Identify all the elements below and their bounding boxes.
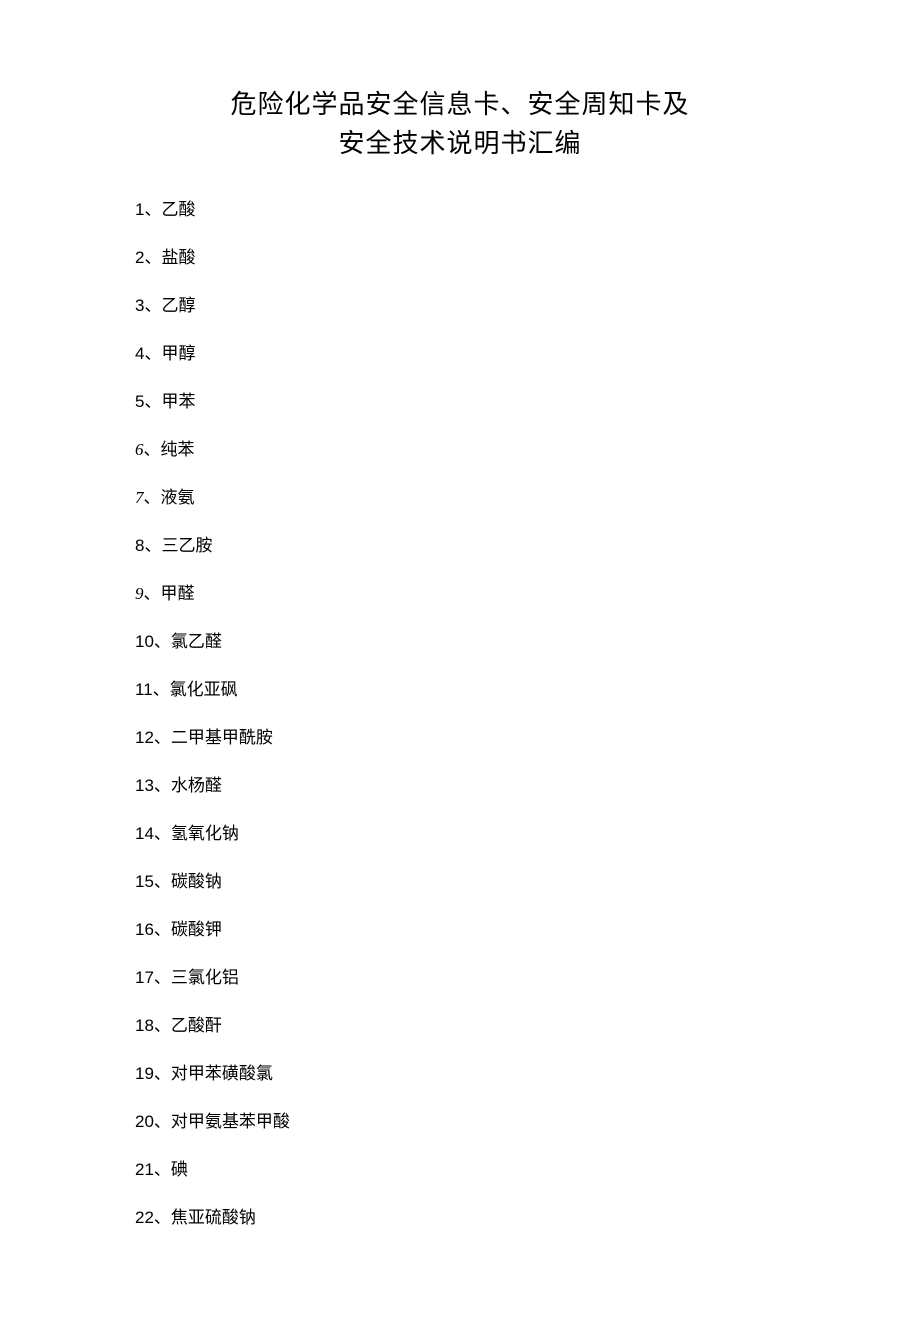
item-name: 纯苯 <box>161 440 195 459</box>
item-name: 盐酸 <box>161 248 195 267</box>
title-line-2: 安全技术说明书汇编 <box>135 124 785 163</box>
item-separator: 、 <box>154 968 171 987</box>
list-item: 11、氯化亚砜 <box>135 681 785 698</box>
item-number: 14 <box>135 824 154 843</box>
item-number: 20 <box>135 1112 154 1131</box>
item-separator: 、 <box>154 1016 171 1035</box>
item-separator: 、 <box>154 1064 171 1083</box>
chemical-list: 1、乙酸2、盐酸3、乙醇4、甲醇5、甲苯6、纯苯7、液氨8、三乙胺9、甲醛10、… <box>135 201 785 1226</box>
list-item: 17、三氯化铝 <box>135 969 785 986</box>
item-separator: 、 <box>144 440 161 459</box>
item-separator: 、 <box>153 680 170 699</box>
list-item: 6、纯苯 <box>135 441 785 458</box>
item-number: 21 <box>135 1160 154 1179</box>
item-number: 22 <box>135 1208 154 1227</box>
title-block: 危险化学品安全信息卡、安全周知卡及 安全技术说明书汇编 <box>135 85 785 163</box>
item-name: 三乙胺 <box>161 536 212 555</box>
item-number: 12 <box>135 728 154 747</box>
list-item: 1、乙酸 <box>135 201 785 218</box>
list-item: 10、氯乙醛 <box>135 633 785 650</box>
item-name: 甲醇 <box>161 344 195 363</box>
list-item: 13、水杨醛 <box>135 777 785 794</box>
list-item: 19、对甲苯磺酸氯 <box>135 1065 785 1082</box>
list-item: 14、氢氧化钠 <box>135 825 785 842</box>
item-separator: 、 <box>144 248 161 267</box>
item-name: 碳酸钾 <box>171 920 222 939</box>
item-number: 17 <box>135 968 154 987</box>
item-separator: 、 <box>144 488 161 507</box>
item-name: 氢氧化钠 <box>171 824 239 843</box>
item-name: 甲醛 <box>161 584 195 603</box>
item-number: 9 <box>135 584 144 603</box>
item-separator: 、 <box>144 392 161 411</box>
item-number: 13 <box>135 776 154 795</box>
item-separator: 、 <box>144 536 161 555</box>
item-name: 对甲苯磺酸氯 <box>171 1064 273 1083</box>
item-number: 18 <box>135 1016 154 1035</box>
item-number: 7 <box>135 488 144 507</box>
item-number: 19 <box>135 1064 154 1083</box>
item-name: 水杨醛 <box>171 776 222 795</box>
item-name: 焦亚硫酸钠 <box>171 1208 256 1227</box>
item-separator: 、 <box>154 824 171 843</box>
list-item: 5、甲苯 <box>135 393 785 410</box>
item-separator: 、 <box>154 1112 171 1131</box>
item-separator: 、 <box>144 200 161 219</box>
item-separator: 、 <box>154 920 171 939</box>
list-item: 15、碳酸钠 <box>135 873 785 890</box>
item-name: 碳酸钠 <box>171 872 222 891</box>
list-item: 22、焦亚硫酸钠 <box>135 1209 785 1226</box>
list-item: 7、液氨 <box>135 489 785 506</box>
list-item: 9、甲醛 <box>135 585 785 602</box>
item-name: 二甲基甲酰胺 <box>171 728 273 747</box>
item-separator: 、 <box>154 632 171 651</box>
list-item: 2、盐酸 <box>135 249 785 266</box>
item-separator: 、 <box>144 584 161 603</box>
item-name: 三氯化铝 <box>171 968 239 987</box>
list-item: 16、碳酸钾 <box>135 921 785 938</box>
item-name: 液氨 <box>161 488 195 507</box>
item-name: 氯化亚砜 <box>170 680 238 699</box>
item-name: 乙醇 <box>161 296 195 315</box>
item-name: 氯乙醛 <box>171 632 222 651</box>
item-separator: 、 <box>154 776 171 795</box>
list-item: 4、甲醇 <box>135 345 785 362</box>
list-item: 8、三乙胺 <box>135 537 785 554</box>
item-number: 11 <box>135 680 153 699</box>
item-name: 碘 <box>171 1160 188 1179</box>
item-separator: 、 <box>154 1160 171 1179</box>
item-name: 甲苯 <box>161 392 195 411</box>
document-page: 危险化学品安全信息卡、安全周知卡及 安全技术说明书汇编 1、乙酸 2、盐酸 3、乙醇… <box>0 0 920 1317</box>
item-separator: 、 <box>154 872 171 891</box>
title-line-1: 危险化学品安全信息卡、安全周知卡及 <box>135 85 785 124</box>
list-item: 20、对甲氨基苯甲酸 <box>135 1113 785 1130</box>
item-name: 对甲氨基苯甲酸 <box>171 1112 290 1131</box>
list-item: 21、碘 <box>135 1161 785 1178</box>
item-number: 16 <box>135 920 154 939</box>
item-number: 6 <box>135 440 144 459</box>
item-name: 乙酸酐 <box>171 1016 222 1035</box>
list-item: 18、乙酸酐 <box>135 1017 785 1034</box>
list-item: 12、二甲基甲酰胺 <box>135 729 785 746</box>
item-number: 10 <box>135 632 154 651</box>
item-separator: 、 <box>154 728 171 747</box>
item-name: 乙酸 <box>161 200 195 219</box>
item-separator: 、 <box>144 296 161 315</box>
item-separator: 、 <box>154 1208 171 1227</box>
item-number: 15 <box>135 872 154 891</box>
item-separator: 、 <box>144 344 161 363</box>
list-item: 3、乙醇 <box>135 297 785 314</box>
